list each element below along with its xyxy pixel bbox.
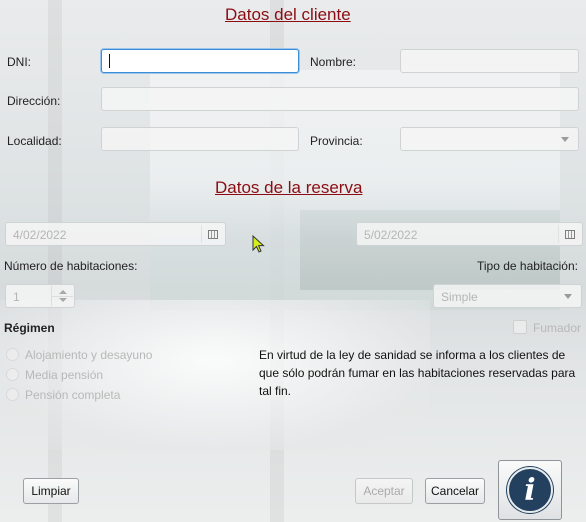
reserva-section-title: Datos de la reserva — [215, 178, 363, 197]
text-caret — [109, 54, 110, 68]
calendar-icon[interactable] — [201, 225, 223, 243]
fecha-salida-picker[interactable]: 5/02/2022 — [356, 222, 583, 246]
regimen-radio-completa[interactable] — [6, 388, 19, 401]
chevron-down-icon — [554, 130, 576, 148]
regimen-option-label: Alojamiento y desayuno — [25, 348, 153, 362]
regimen-radio-media[interactable] — [6, 368, 19, 381]
tipo-habitacion-label: Tipo de habitación: — [477, 259, 578, 273]
regimen-option-label: Media pensión — [25, 368, 104, 382]
smoking-notice: En virtud de la ley de sanidad se inform… — [259, 348, 576, 398]
dni-label: DNI: — [7, 55, 31, 69]
cliente-section-title: Datos del cliente — [225, 5, 351, 24]
dni-input[interactable] — [101, 49, 299, 73]
cancelar-button[interactable]: Cancelar — [425, 478, 485, 504]
direccion-label: Dirección: — [7, 94, 61, 108]
nombre-input[interactable] — [400, 49, 579, 73]
provincia-select[interactable] — [400, 127, 579, 151]
num-habitaciones-label: Número de habitaciones: — [4, 259, 138, 273]
calendar-icon[interactable] — [558, 225, 580, 243]
info-icon: i — [507, 467, 553, 513]
regimen-radio-alojamiento[interactable] — [6, 348, 19, 361]
chevron-down-icon — [557, 287, 579, 305]
nombre-label: Nombre: — [310, 55, 357, 69]
fumador-label: Fumador — [533, 321, 582, 335]
localidad-label: Localidad: — [7, 134, 62, 148]
tipo-habitacion-select[interactable]: Simple — [433, 284, 582, 308]
info-button[interactable]: i — [498, 460, 562, 520]
num-habitaciones-spinner[interactable]: 1 — [5, 284, 75, 308]
regimen-option-label: Pensión completa — [25, 388, 121, 402]
spinner-arrows-icon[interactable] — [51, 286, 73, 306]
fecha-entrada-picker[interactable]: 4/02/2022 — [5, 222, 226, 246]
fumador-checkbox[interactable] — [513, 320, 527, 334]
provincia-label: Provincia: — [310, 134, 363, 148]
aceptar-button[interactable]: Aceptar — [355, 478, 413, 504]
limpiar-button[interactable]: Limpiar — [23, 478, 79, 504]
mouse-pointer-icon — [252, 235, 265, 253]
direccion-input[interactable] — [101, 87, 579, 111]
regimen-label: Régimen — [4, 321, 55, 335]
localidad-input[interactable] — [101, 127, 299, 151]
